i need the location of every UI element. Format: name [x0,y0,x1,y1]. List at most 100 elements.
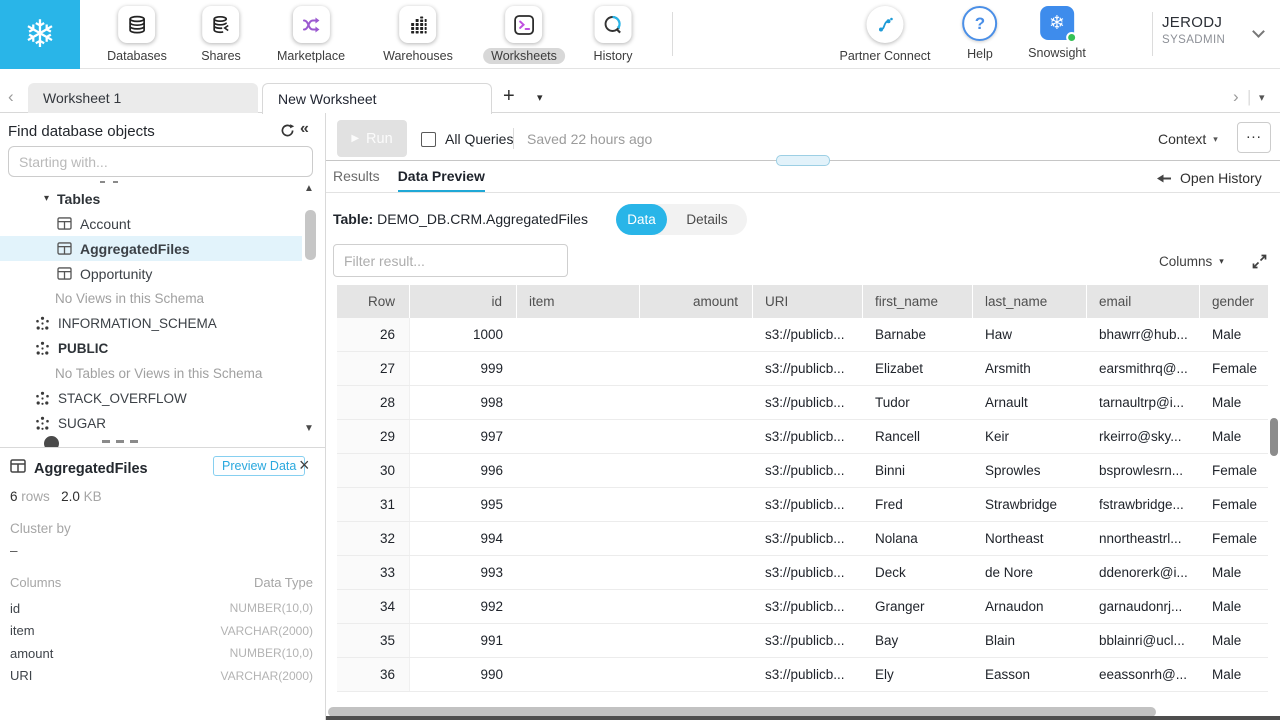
cell-first_name: Nolana [863,522,973,555]
tab-data-preview[interactable]: Data Preview [398,168,485,193]
column-header-item[interactable]: item [517,285,640,318]
open-history-button[interactable]: Open History [1157,170,1262,186]
schema-icon [35,416,50,431]
table-row[interactable]: 27999s3://publicb...ElizabetArsmithearsm… [337,352,1268,386]
nav-item-marketplace[interactable]: Marketplace [269,6,353,64]
nav-item-snowsight[interactable]: ❄ Snowsight [1020,6,1094,61]
tab-worksheet-1[interactable]: Worksheet 1 [28,83,258,113]
context-dropdown[interactable]: Context ▾ [1158,131,1218,147]
column-header-row[interactable]: Row [337,285,410,318]
filter-input[interactable] [333,244,568,277]
preview-data-button[interactable]: Preview Data [213,456,305,476]
column-header-id[interactable]: id [410,285,517,318]
vertical-scrollbar-thumb[interactable] [1270,418,1278,456]
tab-scroll-left-icon[interactable]: ‹ [8,87,14,107]
partner-connect-icon [867,6,904,43]
column-header-first_name[interactable]: first_name [863,285,973,318]
resize-handle[interactable] [776,155,830,166]
scroll-up-icon[interactable]: ▲ [304,183,314,194]
tree-item-sugar[interactable]: SUGAR [0,411,302,436]
tree-item-label: Opportunity [80,266,152,282]
nav-item-help[interactable]: ? Help [959,6,1001,62]
close-icon[interactable]: × [299,455,310,476]
cell-last_name: Arnaudon [973,590,1087,623]
tab-overflow-dropdown-icon[interactable]: ▾ [1259,91,1265,104]
nav-item-partner-connect[interactable]: Partner Connect [831,6,938,64]
column-header-email[interactable]: email [1087,285,1200,318]
table-label: Table: [333,211,373,227]
tree-item-aggregatedfiles[interactable]: AggregatedFiles [0,236,302,261]
nav-item-databases[interactable]: Databases [99,6,175,64]
cell-first_name: Deck [863,556,973,589]
clipped-tree-item [102,440,110,443]
refresh-icon[interactable] [280,123,295,143]
nav-item-worksheets[interactable]: Worksheets [483,6,565,64]
tab-label: Worksheet 1 [43,90,121,106]
snowflake-logo-icon[interactable]: ❄ [0,0,80,69]
scroll-down-icon[interactable]: ▼ [304,423,314,434]
columns-dropdown[interactable]: Columns ▾ [1159,254,1224,269]
search-input[interactable] [8,146,313,177]
all-queries-checkbox[interactable]: All Queries [421,122,513,156]
table-row[interactable]: 29997s3://publicb...RancellKeirrkeirro@s… [337,420,1268,454]
cell-amount [640,488,753,521]
cell-amount [640,590,753,623]
tree-item-public[interactable]: PUBLIC [0,336,302,361]
table-row[interactable]: 36990s3://publicb...ElyEassoneeassonrh@.… [337,658,1268,692]
nav-item-warehouses[interactable]: Warehouses [375,6,461,64]
tree-item-account[interactable]: Account [0,211,302,236]
table-row[interactable]: 33993s3://publicb...Deckde Noreddenorerk… [337,556,1268,590]
run-button[interactable]: ▶ Run [337,120,407,157]
tree-item-no-tables-or-views-in-this-schema: No Tables or Views in this Schema [0,361,302,386]
column-header-amount[interactable]: amount [640,285,753,318]
cell-gender: Female [1200,488,1268,521]
column-definition-row: itemVARCHAR(2000) [10,620,313,643]
tab-new-worksheet[interactable]: New Worksheet [262,83,492,114]
table-row[interactable]: 30996s3://publicb...BinniSprowlesbsprowl… [337,454,1268,488]
user-role: SYSADMIN [1162,34,1225,46]
more-options-button[interactable]: ... [1237,122,1271,153]
checkbox-icon[interactable] [421,132,436,147]
table-row[interactable]: 261000s3://publicb...BarnabeHawbhawrr@hu… [337,318,1268,352]
column-header-uri[interactable]: URI [753,285,863,318]
columns-list: idNUMBER(10,0)itemVARCHAR(2000)amountNUM… [10,597,313,687]
toggle-data-button[interactable]: Data [616,204,667,235]
column-type: VARCHAR(2000) [221,669,313,683]
tree-item-stack-overflow[interactable]: STACK_OVERFLOW [0,386,302,411]
expand-icon[interactable] [1251,253,1268,275]
table-row[interactable]: 34992s3://publicb...GrangerArnaudongarna… [337,590,1268,624]
table-stats: 6 rows 2.0 KB [10,489,102,504]
column-header-last_name[interactable]: last_name [973,285,1087,318]
table-row[interactable]: 35991s3://publicb...BayBlainbblainri@ucl… [337,624,1268,658]
object-tree: ▾TablesAccountAggregatedFiles Opportunity… [0,186,302,436]
columns-header: Columns Data Type [10,575,313,590]
cell-uri: s3://publicb... [753,522,863,555]
collapse-sidebar-icon[interactable]: « [300,120,308,138]
cell-uri: s3://publicb... [753,386,863,419]
sidebar-scrollbar-thumb[interactable] [305,210,316,260]
cell-gender: Male [1200,556,1268,589]
tab-results[interactable]: Results [333,168,380,193]
new-tab-button[interactable]: + [503,85,515,108]
table-row[interactable]: 31995s3://publicb...FredStrawbridgefstra… [337,488,1268,522]
cell-id: 995 [410,488,517,521]
table-row[interactable]: 32994s3://publicb...NolanaNortheastnnort… [337,522,1268,556]
tree-item-opportunity[interactable]: Opportunity [0,261,302,286]
column-name: URI [10,668,32,683]
user-menu[interactable]: JERODJ SYSADMIN [1162,14,1225,46]
toggle-details-button[interactable]: Details [667,212,747,227]
chevron-down-icon[interactable] [1252,25,1265,38]
cell-gender: Female [1200,454,1268,487]
nav-item-shares[interactable]: Shares [193,6,249,64]
sidebar-title: Find database objects [8,123,155,140]
tab-list-dropdown-icon[interactable]: ▾ [537,91,543,104]
tree-item-information-schema[interactable]: INFORMATION_SCHEMA [0,311,302,336]
table-row[interactable]: 28998s3://publicb...TudorArnaulttarnault… [337,386,1268,420]
tab-scroll-right-icon[interactable]: › [1233,87,1239,107]
column-header-gender[interactable]: gender [1200,285,1268,318]
tree-item-tables[interactable]: ▾Tables [0,186,302,211]
nav-item-history[interactable]: History [586,6,641,64]
table-icon [57,217,72,230]
nav-label: Marketplace [269,48,353,64]
cell-gender: Male [1200,590,1268,623]
